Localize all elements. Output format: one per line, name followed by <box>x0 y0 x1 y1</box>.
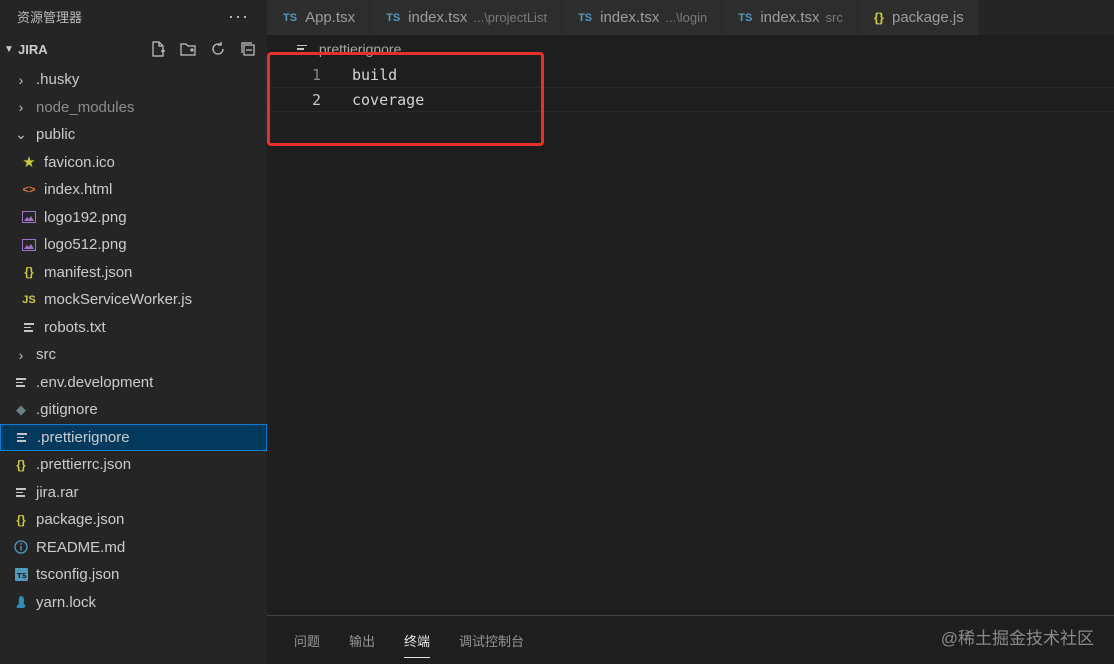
tree-item-label: .prettierrc.json <box>36 456 132 474</box>
tab-label: package.js <box>891 9 964 26</box>
tree-folder-src[interactable]: › src <box>0 341 267 369</box>
tree-file-mockserviceworker-js[interactable]: JS mockServiceWorker.js <box>0 286 267 314</box>
watermark: @稀土掘金技术社区 <box>940 629 1094 648</box>
svg-text:TS: TS <box>17 572 27 580</box>
image-icon <box>20 208 38 226</box>
tree-item-label: .prettierignore <box>37 428 130 446</box>
json-icon: {} <box>24 265 34 280</box>
chevron-right-icon: › <box>18 346 24 363</box>
tree-folder-husky[interactable]: › .husky <box>0 66 267 94</box>
tab-app-tsx-0[interactable]: TS App.tsx <box>267 0 371 35</box>
explorer-title: 资源管理器 <box>17 9 83 25</box>
tree-item-label: README.md <box>36 538 126 556</box>
tree-file-env-development[interactable]: .env.development <box>0 369 267 397</box>
tab-label: index.tsx <box>760 9 820 26</box>
tree-item-label: node_modules <box>36 98 135 116</box>
tree-item-label: yarn.lock <box>36 593 97 611</box>
tree-item-label: .env.development <box>36 373 154 391</box>
tab-label: index.tsx <box>600 9 660 26</box>
tree-item-label: manifest.json <box>44 263 133 281</box>
workspace-folder-name: JIRA <box>18 41 48 57</box>
panel-tab-2[interactable]: 终端 <box>404 616 431 664</box>
text-file-icon <box>20 318 38 336</box>
panel-tab-1[interactable]: 输出 <box>349 616 375 664</box>
tree-folder-public[interactable]: ⌄ public <box>0 121 267 149</box>
tree-item-label: public <box>36 126 76 144</box>
tree-file-tsconfig-json[interactable]: TS tsconfig.json <box>0 561 267 589</box>
tree-file-jira-rar[interactable]: jira.rar <box>0 479 267 507</box>
new-folder-icon[interactable] <box>177 38 199 60</box>
file-tree: › .husky › node_modules ⌄ public ★ favicon.ico <… <box>0 66 267 616</box>
typescript-icon: TS <box>386 11 401 24</box>
tab-package-js-4[interactable]: {} package.js <box>857 0 979 35</box>
tree-item-label: robots.txt <box>44 318 106 336</box>
typescript-icon: TS <box>738 11 753 24</box>
tree-file-prettierignore[interactable]: .prettierignore <box>0 423 267 451</box>
tree-file-yarn-lock[interactable]: yarn.lock <box>0 589 267 617</box>
tree-file-logo192-png[interactable]: logo192.png <box>0 204 267 232</box>
bottom-panel: 问题 输出 终端 调试控制台 @稀土掘金技术社区 <box>267 615 1114 664</box>
tab-description: src <box>825 10 843 25</box>
tree-file-robots-txt[interactable]: robots.txt <box>0 314 267 342</box>
html-icon: <> <box>22 183 36 196</box>
panel-tab-3[interactable]: 调试控制台 <box>459 616 524 664</box>
tree-file-package-json[interactable]: {} package.json <box>0 506 267 534</box>
tab-label: App.tsx <box>305 9 356 26</box>
text-file-icon <box>12 373 30 391</box>
tab-label: index.tsx <box>408 9 468 26</box>
tree-file-readme-md[interactable]: README.md <box>0 534 267 562</box>
star-icon: ★ <box>22 154 36 172</box>
typescript-icon: TS <box>578 11 593 24</box>
yarn-icon <box>12 593 30 611</box>
tab-description: ...\projectList <box>473 10 548 25</box>
json-icon: {} <box>16 457 26 472</box>
tree-item-label: tsconfig.json <box>36 566 120 584</box>
tsconfig-icon: TS <box>12 566 30 584</box>
tree-file-gitignore[interactable]: ◆ .gitignore <box>0 396 267 424</box>
tree-file-manifest-json[interactable]: {} manifest.json <box>0 259 267 287</box>
chevron-right-icon: › <box>18 71 24 88</box>
annotation-highlight-box <box>267 52 544 146</box>
explorer-header: 资源管理器 ··· <box>0 0 267 32</box>
tree-item-label: mockServiceWorker.js <box>44 291 193 309</box>
tab-index-tsx-2[interactable]: TS index.tsx ...\login <box>562 0 723 35</box>
tree-item-label: jira.rar <box>36 483 79 501</box>
info-icon <box>12 538 30 556</box>
tab-index-tsx-1[interactable]: TS index.tsx ...\projectList <box>370 0 563 35</box>
chevron-down-icon[interactable]: ▼ <box>4 44 18 55</box>
refresh-icon[interactable] <box>207 38 229 60</box>
js-icon: JS <box>22 293 36 306</box>
tree-file-favicon-ico[interactable]: ★ favicon.ico <box>0 149 267 177</box>
json-icon: {} <box>873 10 884 25</box>
tree-file-prettierrc-json[interactable]: {} .prettierrc.json <box>0 451 267 479</box>
git-icon: ◆ <box>16 401 26 417</box>
tree-item-label: favicon.ico <box>44 153 115 171</box>
text-file-icon <box>13 428 31 446</box>
tab-index-tsx-3[interactable]: TS index.tsx src <box>722 0 858 35</box>
tree-folder-node-modules[interactable]: › node_modules <box>0 94 267 122</box>
chevron-right-icon: › <box>18 99 24 116</box>
typescript-icon: TS <box>283 11 298 24</box>
tree-file-logo512-png[interactable]: logo512.png <box>0 231 267 259</box>
tree-item-label: .husky <box>36 71 80 89</box>
tree-item-label: .gitignore <box>36 401 98 419</box>
tree-item-label: logo192.png <box>44 208 127 226</box>
panel-tab-0[interactable]: 问题 <box>294 616 320 664</box>
tree-item-label: index.html <box>44 181 113 199</box>
workspace-folder[interactable]: ▼ JIRA <box>0 32 267 66</box>
image-icon <box>20 236 38 254</box>
collapse-all-icon[interactable] <box>237 38 259 60</box>
tree-item-label: src <box>36 346 56 364</box>
tree-item-label: logo512.png <box>44 236 127 254</box>
text-file-icon <box>12 483 30 501</box>
tree-item-label: package.json <box>36 511 125 529</box>
chevron-down-icon: ⌄ <box>15 126 27 143</box>
editor-tabs: TS App.tsx TS index.tsx ...\projectList TS ind… <box>267 0 1114 35</box>
explorer-sidebar: 资源管理器 ··· ▼ JIRA › .husky › node_modules ⌄ pu… <box>0 0 267 664</box>
json-icon: {} <box>16 512 26 527</box>
new-file-icon[interactable] <box>147 38 169 60</box>
tree-file-index-html[interactable]: <> index.html <box>0 176 267 204</box>
more-actions-icon[interactable]: ··· <box>228 6 249 27</box>
tab-description: ...\login <box>665 10 708 25</box>
